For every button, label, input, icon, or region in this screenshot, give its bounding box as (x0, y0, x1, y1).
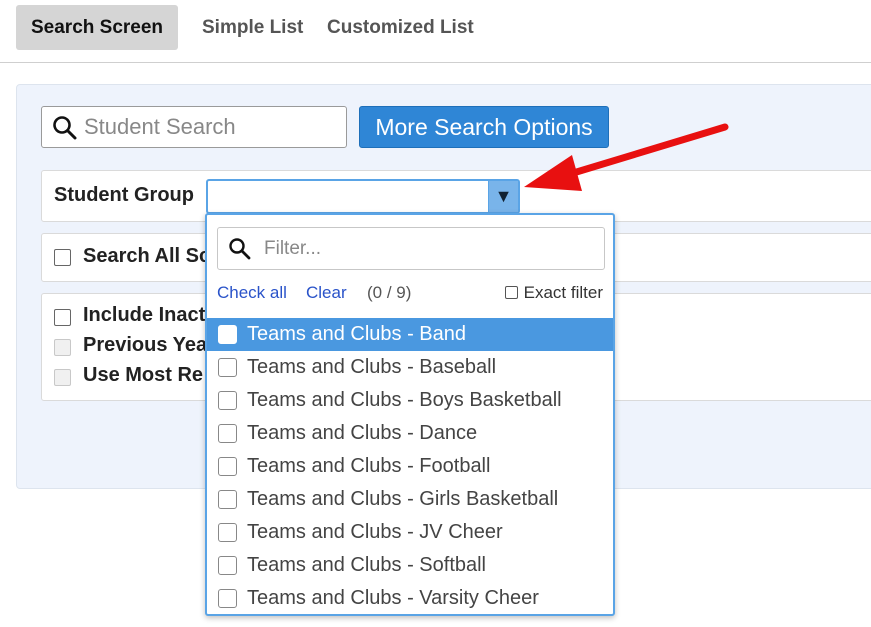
list-item[interactable]: Teams and Clubs - Dance (207, 417, 613, 450)
exact-filter-label: Exact filter (523, 283, 603, 302)
tab-search-screen[interactable]: Search Screen (16, 5, 179, 50)
option-checkbox[interactable] (218, 325, 237, 344)
list-item[interactable]: Teams and Clubs - Baseball (207, 351, 613, 384)
include-inactive-label: Include Inact (83, 304, 206, 326)
filter-input[interactable] (262, 233, 592, 264)
group-option-list: Teams and Clubs - Band Teams and Clubs -… (207, 318, 613, 614)
list-item[interactable]: Teams and Clubs - Varsity Cheer (207, 582, 613, 614)
caret-down-icon[interactable]: ▼ (488, 181, 518, 212)
selection-count: (0 / 9) (367, 283, 412, 302)
option-checkbox[interactable] (218, 556, 237, 575)
previous-year-label: Previous Yea (83, 334, 208, 356)
previous-year-checkbox (54, 339, 71, 356)
list-item[interactable]: Teams and Clubs - Boys Basketball (207, 384, 613, 417)
search-all-checkbox[interactable] (54, 249, 71, 266)
search-icon (229, 238, 251, 260)
tab-simple-list[interactable]: Simple List (187, 5, 318, 50)
tab-customized-list[interactable]: Customized List (312, 5, 489, 50)
use-most-recent-label: Use Most Re (83, 364, 204, 386)
filter-box[interactable] (217, 227, 605, 270)
option-checkbox[interactable] (218, 589, 237, 608)
option-checkbox[interactable] (218, 391, 237, 410)
student-group-dropdown: Check all Clear (0 / 9) Exact filter Tea… (205, 213, 615, 616)
student-group-select[interactable]: ▼ (206, 179, 520, 214)
list-item[interactable]: Teams and Clubs - Football (207, 450, 613, 483)
list-item[interactable]: Teams and Clubs - Band (207, 318, 613, 351)
option-checkbox[interactable] (218, 424, 237, 443)
student-search-input[interactable] (82, 111, 337, 143)
tab-bar: Search Screen Simple List Customized Lis… (0, 0, 871, 63)
include-inactive-checkbox[interactable] (54, 309, 71, 326)
exact-filter-checkbox[interactable] (504, 286, 518, 299)
list-item[interactable]: Teams and Clubs - Softball (207, 549, 613, 582)
search-icon (53, 116, 77, 140)
list-item[interactable]: Teams and Clubs - Girls Basketball (207, 483, 613, 516)
option-checkbox[interactable] (218, 523, 237, 542)
clear-link[interactable]: Clear (306, 283, 347, 303)
option-checkbox[interactable] (218, 358, 237, 377)
student-group-label: Student Group (54, 184, 194, 206)
student-search-box[interactable] (41, 106, 347, 148)
list-item[interactable]: Teams and Clubs - JV Cheer (207, 516, 613, 549)
option-checkbox[interactable] (218, 457, 237, 476)
use-most-recent-checkbox (54, 369, 71, 386)
search-all-label: Search All Sc (83, 245, 211, 267)
exact-filter-toggle[interactable]: Exact filter (504, 283, 603, 303)
option-checkbox[interactable] (218, 490, 237, 509)
more-search-options-button[interactable]: More Search Options (359, 106, 609, 148)
check-all-link[interactable]: Check all (217, 283, 287, 303)
